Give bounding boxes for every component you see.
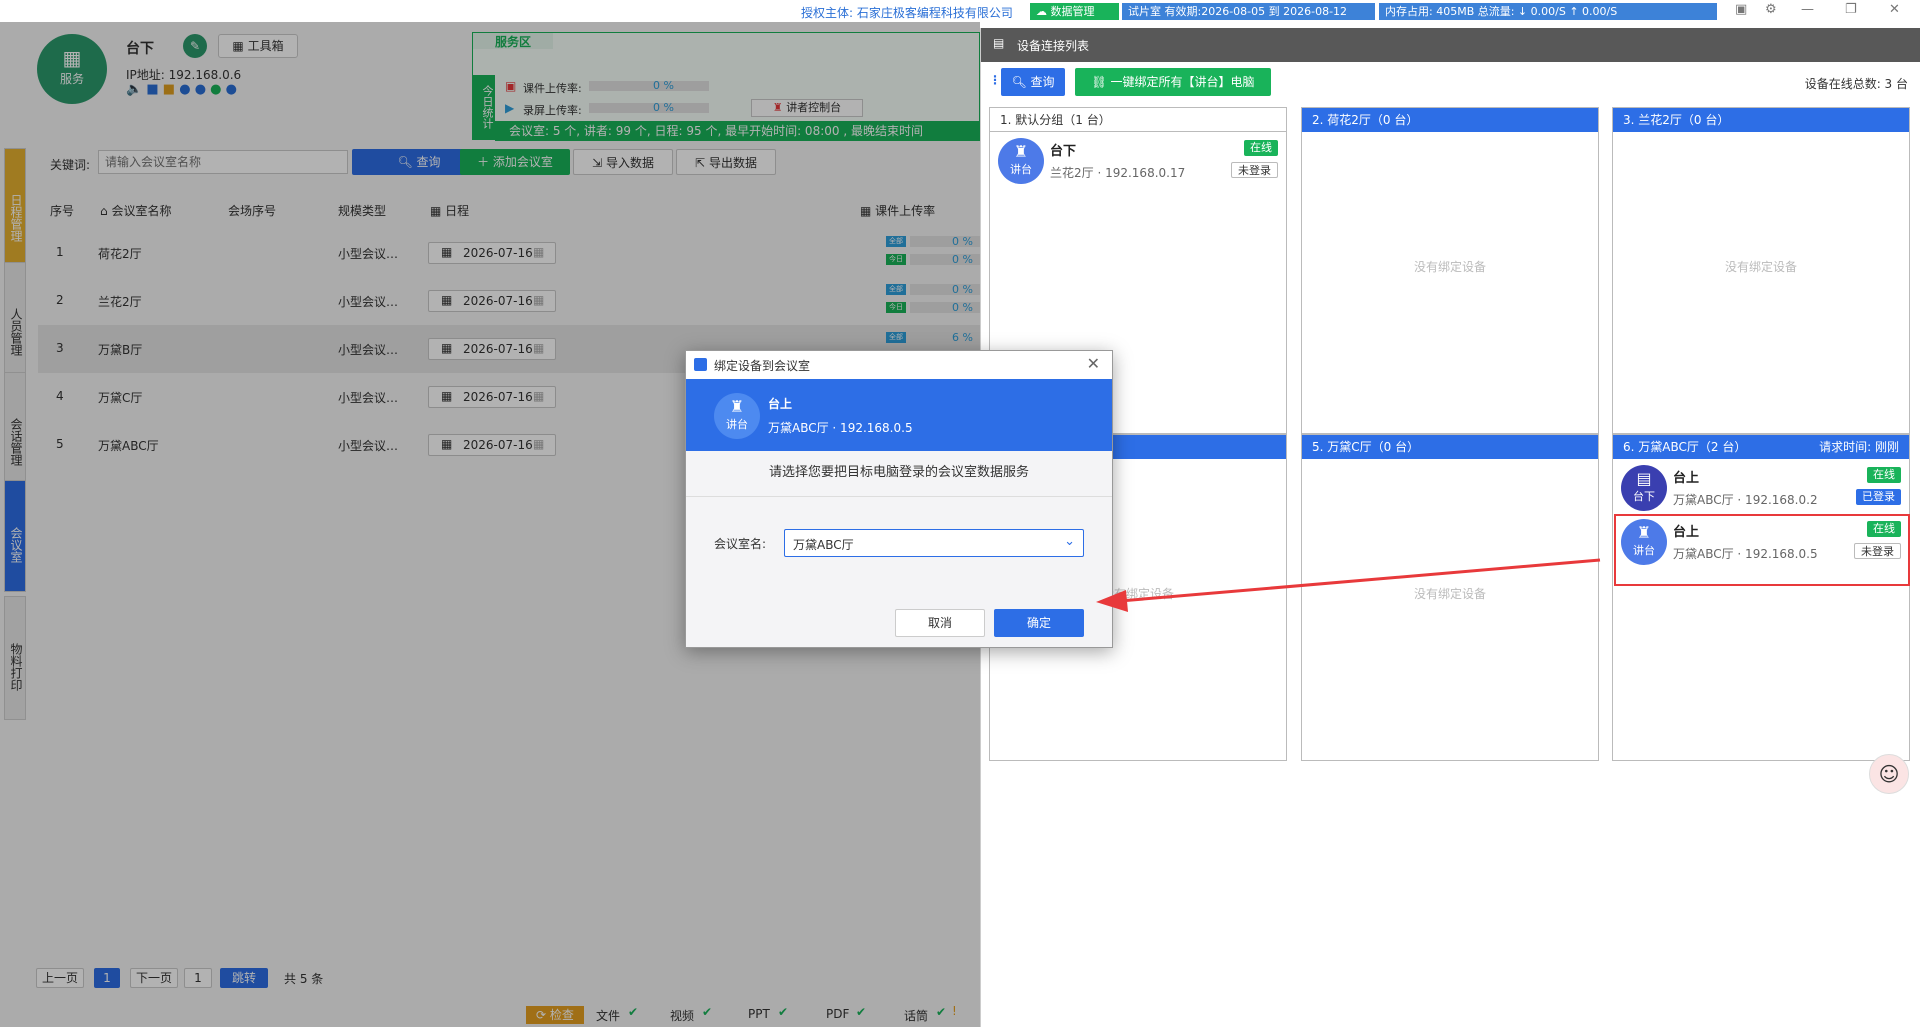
group-title: 5. 万黛C厅（0 台） xyxy=(1302,435,1598,459)
online-badge: 在线 xyxy=(1244,140,1278,156)
search-icon: 🔍︎ xyxy=(1011,75,1027,89)
close-window-icon[interactable]: ✕ xyxy=(1889,2,1900,17)
top-status-bar: 授权主体: 石家庄极客编程科技有限公司 ☁ 数据管理 试片室 有效期:2026-… xyxy=(0,0,1920,22)
trial-badge: 试片室 有效期:2026-08-05 到 2026-08-12 xyxy=(1122,3,1375,20)
annotation-arrow xyxy=(1096,558,1601,612)
license-text: 授权主体: 石家庄极客编程科技有限公司 xyxy=(801,6,1013,20)
help-icon[interactable]: ▣ xyxy=(1735,2,1747,17)
device-card[interactable]: ▤ 台下 台上 万黛ABC厅 · 192.168.0.2 在线 已登录 xyxy=(1619,463,1903,515)
room-field-label: 会议室名: xyxy=(714,537,767,551)
device-connection-panel: ▤ 设备连接列表 ⋮ 🔍︎ 查询 ⛓ 一键绑定所有【讲台】电脑 设备在线总数: … xyxy=(980,28,1920,1027)
bind-all-button[interactable]: ⛓ 一键绑定所有【讲台】电脑 xyxy=(1075,68,1271,96)
podium-avatar: ♜ 讲台 xyxy=(998,138,1044,184)
dialog-titlebar: 绑定设备到会议室 ✕ xyxy=(686,351,1112,379)
link-icon: ⛓ xyxy=(1091,75,1107,89)
device-group: 3. 兰花2厅（0 台） 没有绑定设备 xyxy=(1612,107,1910,434)
group-title: 6. 万黛ABC厅（2 台） 请求时间: 刚刚 xyxy=(1613,435,1909,459)
device-query-button[interactable]: 🔍︎ 查询 xyxy=(1001,68,1065,96)
dialog-title: 绑定设备到会议室 xyxy=(714,359,811,373)
group-title: 3. 兰花2厅（0 台） xyxy=(1613,108,1909,132)
memory-traffic-badge: 内存占用: 405MB 总流量: ↓ 0.00/S ↑ 0.00/S xyxy=(1379,3,1717,20)
list-icon: ▤ xyxy=(993,36,1005,50)
login-status-badge: 未登录 xyxy=(1231,162,1278,178)
request-time: 请求时间: 刚刚 xyxy=(1819,440,1899,454)
highlight-box xyxy=(1614,514,1910,586)
dialog-close-icon[interactable]: ✕ xyxy=(1087,354,1100,373)
podium-icon: ♜ xyxy=(1013,142,1029,161)
login-status-badge: 已登录 xyxy=(1856,489,1901,505)
device-panel-header: ▤ 设备连接列表 xyxy=(981,28,1920,62)
chevron-down-icon: ⌄ xyxy=(1064,534,1075,549)
cancel-button[interactable]: 取消 xyxy=(895,609,985,637)
device-card[interactable]: ♜ 讲台 台下 兰花2厅 · 192.168.0.17 在线 未登录 xyxy=(996,136,1280,188)
podium-icon: ♜ xyxy=(729,397,745,416)
minimize-icon[interactable]: — xyxy=(1801,2,1814,17)
drag-handle-icon[interactable]: ⋮ xyxy=(989,73,1001,87)
arrow-line xyxy=(1119,558,1601,603)
dialog-device-info: 万黛ABC厅 · 192.168.0.5 xyxy=(768,421,913,435)
restore-icon[interactable]: ❐ xyxy=(1845,2,1857,17)
settings-gear-icon[interactable]: ⚙ xyxy=(1765,2,1777,17)
device-panel-title: 设备连接列表 xyxy=(1017,39,1090,53)
empty-placeholder: 没有绑定设备 xyxy=(1724,260,1797,274)
bind-device-dialog: 绑定设备到会议室 ✕ ♜ 讲台 台上 万黛ABC厅 · 192.168.0.5 请… xyxy=(685,350,1113,648)
group-title: 1. 默认分组（1 台） xyxy=(990,108,1286,132)
confirm-button[interactable]: 确定 xyxy=(994,609,1084,637)
device-group: 6. 万黛ABC厅（2 台） 请求时间: 刚刚 ▤ 台下 台上 万黛ABC厅 · … xyxy=(1612,434,1910,761)
empty-placeholder: 没有绑定设备 xyxy=(1413,260,1486,274)
online-badge: 在线 xyxy=(1867,467,1901,483)
podium-avatar: ♜ 讲台 xyxy=(714,393,760,439)
list-icon: ▤ xyxy=(1636,469,1652,488)
data-management-button[interactable]: ☁ 数据管理 xyxy=(1030,3,1119,20)
group-title: 2. 荷花2厅（0 台） xyxy=(1302,108,1598,132)
assistant-avatar-icon[interactable]: ☺ xyxy=(1869,754,1909,794)
online-total: 设备在线总数: 3 台 xyxy=(1804,77,1908,91)
dialog-device-banner: ♜ 讲台 台上 万黛ABC厅 · 192.168.0.5 xyxy=(686,379,1112,451)
dialog-prompt: 请选择您要把目标电脑登录的会议室数据服务 xyxy=(686,451,1112,497)
app-icon xyxy=(694,358,707,371)
room-select-value: 万黛ABC厅 xyxy=(793,538,854,552)
dialog-device-name: 台上 xyxy=(768,397,793,411)
audience-avatar: ▤ 台下 xyxy=(1621,465,1667,511)
cloud-icon: ☁ xyxy=(1036,5,1047,18)
room-select[interactable]: 万黛ABC厅 ⌄ xyxy=(784,529,1084,557)
device-group: 2. 荷花2厅（0 台） 没有绑定设备 xyxy=(1301,107,1599,434)
